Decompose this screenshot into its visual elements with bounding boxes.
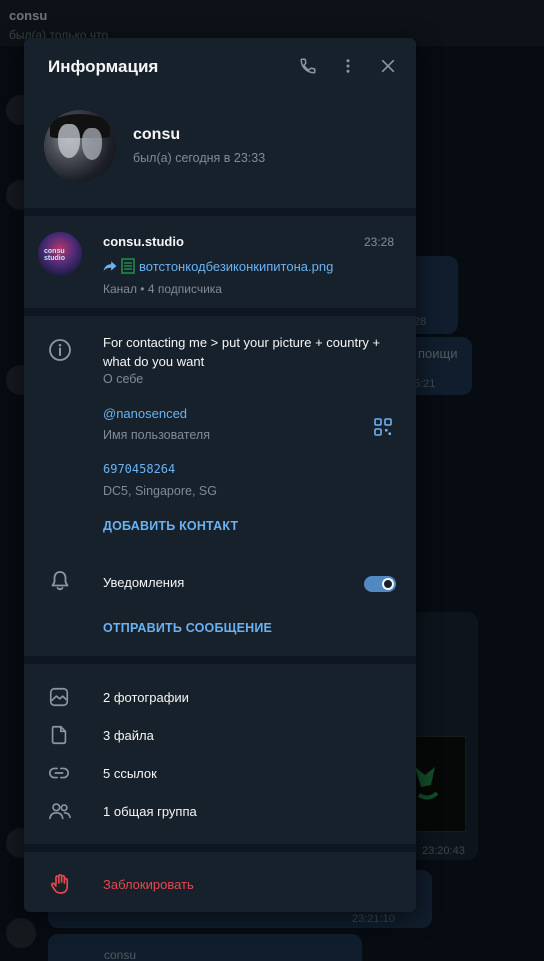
profile-name: consu — [133, 126, 181, 143]
phone-number[interactable]: 6970458264 — [103, 462, 175, 476]
channel-avatar: consu studio — [38, 232, 82, 276]
media-photos[interactable]: 2 фотографии — [103, 690, 189, 705]
shared-media-section: 2 фотографии 3 файла 5 ссылок 1 общая гр… — [24, 664, 416, 844]
phone-location: DC5, Singapore, SG — [103, 484, 217, 498]
file-icon — [121, 258, 135, 274]
info-section: For contacting me > put your picture + c… — [24, 316, 416, 656]
photo-icon — [49, 687, 69, 707]
bell-icon — [51, 571, 69, 591]
username-link[interactable]: @nanosenced — [103, 406, 187, 421]
notifications-toggle[interactable] — [364, 576, 396, 592]
bio-label: О себе — [103, 372, 144, 386]
section-divider — [24, 844, 416, 852]
block-user-row[interactable]: Заблокировать — [24, 852, 416, 912]
close-icon — [381, 59, 395, 73]
personal-channel[interactable]: consu studio consu.studio 23:28 вотстонк… — [24, 216, 416, 308]
channel-meta: Канал • 4 подписчика — [103, 282, 222, 296]
section-divider — [24, 308, 416, 316]
add-contact-button[interactable]: ДОБАВИТЬ КОНТАКТ — [103, 519, 238, 533]
media-groups[interactable]: 1 общая группа — [103, 804, 197, 819]
group-icon — [49, 803, 71, 820]
media-files[interactable]: 3 файла — [103, 728, 154, 743]
user-info-panel: Информация consu был(а) сегодня в 23:33 … — [24, 38, 416, 912]
file-icon — [51, 725, 67, 745]
block-user-button[interactable]: Заблокировать — [103, 877, 194, 892]
channel-time: 23:28 — [363, 235, 394, 249]
close-button[interactable] — [376, 54, 400, 78]
channel-last-message: вотстонкодбезиконкипитона.png — [103, 258, 333, 274]
qr-code-icon[interactable] — [374, 418, 392, 436]
username-label: Имя пользователя — [103, 428, 210, 442]
info-icon — [49, 339, 71, 361]
forward-icon — [103, 261, 117, 272]
avatar[interactable] — [44, 110, 116, 182]
send-message-button[interactable]: ОТПРАВИТЬ СООБЩЕНИЕ — [103, 621, 272, 635]
profile-section: consu был(а) сегодня в 23:33 — [24, 94, 416, 208]
panel-header: Информация — [24, 38, 416, 94]
link-icon — [49, 767, 69, 779]
section-divider — [24, 656, 416, 664]
more-button[interactable] — [336, 54, 360, 78]
more-vertical-icon — [346, 59, 350, 73]
media-links[interactable]: 5 ссылок — [103, 766, 157, 781]
notifications-label: Уведомления — [103, 575, 185, 590]
channel-last-message-text: вотстонкодбезиконкипитона.png — [139, 258, 334, 274]
bio-text: For contacting me > put your picture + c… — [103, 335, 381, 369]
channel-name: consu.studio — [103, 234, 184, 249]
hand-stop-icon — [50, 874, 69, 894]
phone-icon — [300, 58, 316, 74]
profile-status: был(а) сегодня в 23:33 — [133, 151, 266, 165]
section-divider — [24, 208, 416, 216]
panel-title: Информация — [48, 57, 159, 76]
call-button[interactable] — [296, 54, 320, 78]
channel-avatar-text: consu studio — [44, 248, 65, 262]
